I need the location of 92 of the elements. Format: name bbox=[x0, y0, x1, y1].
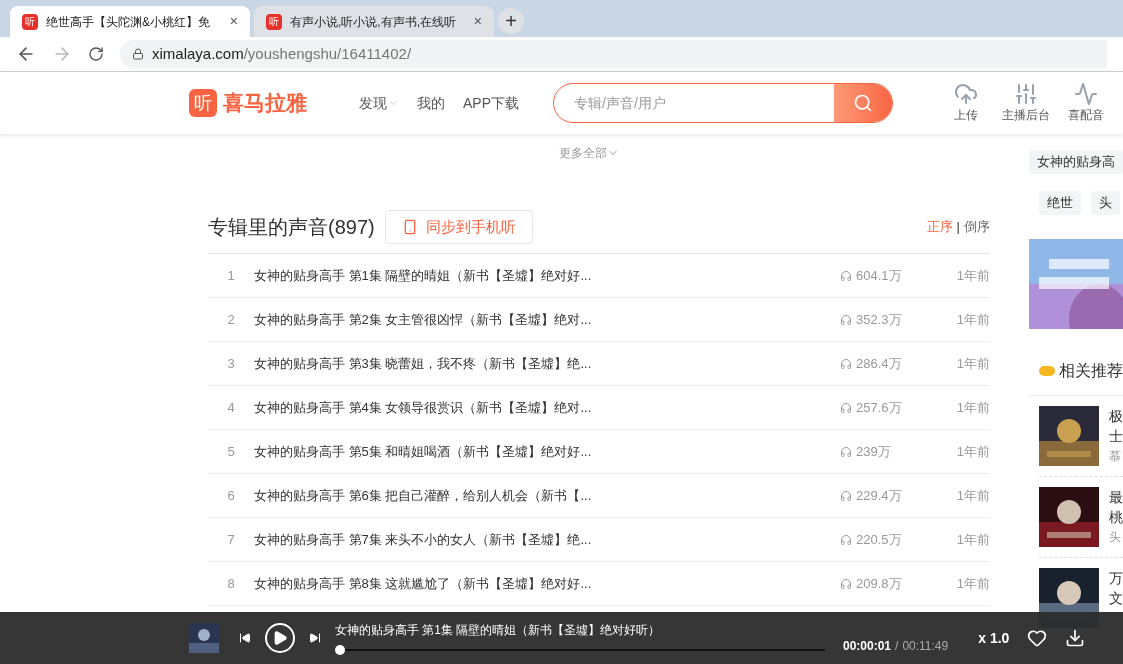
play-count: 286.4万 bbox=[856, 354, 902, 373]
equalizer-icon bbox=[1014, 82, 1038, 106]
tag[interactable]: 女神的贴身高 bbox=[1029, 150, 1123, 174]
track-number: 3 bbox=[226, 354, 236, 373]
sort-option[interactable]: 倒序 bbox=[964, 217, 990, 237]
track-title[interactable]: 女神的贴身高手 第3集 晓蕾姐，我不疼（新书【圣墟】绝... bbox=[254, 353, 592, 374]
tag[interactable]: 绝世 bbox=[1039, 191, 1081, 215]
elapsed-time: 00:00:01 bbox=[843, 638, 892, 655]
track-date: 1年前 bbox=[955, 310, 990, 329]
next-icon[interactable] bbox=[309, 632, 321, 644]
tab-close[interactable]: × bbox=[229, 11, 238, 32]
track-title[interactable]: 女神的贴身高手 第7集 来头不小的女人（新书【圣墟】绝... bbox=[254, 529, 592, 550]
play-count: 352.3万 bbox=[856, 310, 902, 329]
progress-thumb[interactable] bbox=[335, 645, 345, 655]
play-count: 604.1万 bbox=[856, 266, 902, 285]
related-title-line[interactable]: 桃 bbox=[1109, 507, 1123, 527]
speed-button[interactable]: x 1.0 bbox=[978, 627, 1010, 649]
headphones-icon bbox=[840, 269, 852, 282]
track-title[interactable]: 女神的贴身高手 第4集 女领导很赏识（新书【圣墟】绝对... bbox=[254, 397, 592, 418]
nav-link[interactable]: 发现 bbox=[359, 92, 399, 114]
browser-tab[interactable]: 听 有声小说,听小说,有声书,在线听 × bbox=[254, 6, 494, 37]
related-title-line[interactable]: 文 bbox=[1109, 588, 1123, 608]
section-title: 专辑里的声音(897) bbox=[208, 215, 375, 240]
headphones-icon bbox=[840, 357, 852, 370]
track-date: 1年前 bbox=[955, 354, 990, 373]
headphones-icon bbox=[840, 489, 852, 502]
track-number: 4 bbox=[226, 398, 236, 417]
url-text: ximalaya.com/youshengshu/16411402/ bbox=[152, 43, 412, 64]
play-count: 239万 bbox=[856, 442, 891, 461]
track-title[interactable]: 女神的贴身高手 第6集 把自己灌醉，给别人机会（新书【... bbox=[254, 485, 592, 506]
track-date: 1年前 bbox=[955, 574, 990, 593]
browser-tab[interactable]: 听 绝世高手【头陀渊&小桃红】免 × bbox=[10, 6, 250, 37]
pulse-icon bbox=[1074, 82, 1098, 106]
search-field[interactable]: 专辑/声音/用户 bbox=[554, 92, 834, 114]
track-number: 1 bbox=[226, 266, 236, 285]
headphones-icon bbox=[840, 401, 852, 414]
sort-divider: | bbox=[956, 218, 960, 237]
total-time: 00:11:49 bbox=[902, 638, 949, 655]
toolbar-action[interactable]: 喜配音 bbox=[1063, 82, 1109, 124]
tab-close[interactable]: × bbox=[473, 11, 482, 32]
tag[interactable]: 头 bbox=[1091, 191, 1120, 215]
track-date: 1年前 bbox=[955, 530, 990, 549]
track-title[interactable]: 女神的贴身高手 第5集 和晴姐喝酒（新书【圣墟】绝对好... bbox=[254, 441, 592, 462]
related-title: 相关推荐 bbox=[1059, 361, 1123, 381]
play-icon bbox=[272, 630, 288, 646]
play-count: 257.6万 bbox=[856, 398, 902, 417]
related-author: 慕 bbox=[1109, 448, 1122, 465]
track-date: 1年前 bbox=[955, 266, 990, 285]
tab-title: 绝世高手【头陀渊&小桃红】免 bbox=[46, 13, 211, 31]
track-title[interactable]: 女神的贴身高手 第1集 隔壁的晴姐（新书【圣墟】绝对好... bbox=[254, 265, 592, 286]
play-button[interactable] bbox=[265, 623, 295, 653]
now-playing-title: 女神的贴身高手 第1集 隔壁的晴姐（新书【圣墟】绝对好听） bbox=[335, 622, 662, 639]
reload-icon[interactable] bbox=[88, 46, 104, 62]
related-title-line[interactable]: 士 bbox=[1109, 426, 1123, 446]
headphones-icon bbox=[840, 445, 852, 458]
toolbar-action[interactable]: 上传 bbox=[943, 82, 989, 124]
headphones-icon bbox=[840, 577, 852, 590]
tab-favicon: 听 bbox=[266, 13, 282, 30]
related-title-line[interactable]: 最 bbox=[1109, 487, 1123, 507]
play-count: 209.8万 bbox=[856, 574, 902, 593]
tab-title: 有声小说,听小说,有声书,在线听 bbox=[290, 13, 457, 31]
related-title-line[interactable]: 万 bbox=[1109, 568, 1123, 588]
related-author: 头 bbox=[1109, 529, 1122, 546]
previous-icon[interactable] bbox=[239, 632, 251, 644]
related-title-line[interactable]: 极 bbox=[1109, 406, 1123, 426]
search-icon bbox=[853, 93, 873, 113]
toolbar-action[interactable]: 主播后台 bbox=[1003, 82, 1049, 124]
play-count: 220.5万 bbox=[856, 530, 902, 549]
track-number: 2 bbox=[226, 310, 236, 329]
track-number: 5 bbox=[226, 442, 236, 461]
address-bar[interactable]: ximalaya.com/youshengshu/16411402/ bbox=[120, 40, 1107, 68]
search-button[interactable] bbox=[834, 84, 892, 122]
download-icon[interactable] bbox=[1065, 628, 1086, 648]
nav-link[interactable]: APP下载 bbox=[463, 92, 519, 114]
track-number: 7 bbox=[226, 530, 236, 549]
track-title[interactable]: 女神的贴身高手 第8集 这就尴尬了（新书【圣墟】绝对好... bbox=[254, 573, 592, 594]
lock-icon bbox=[132, 48, 144, 60]
tab-favicon: 听 bbox=[22, 13, 38, 30]
heart-icon[interactable] bbox=[1027, 628, 1048, 648]
play-count: 229.4万 bbox=[856, 486, 902, 505]
track-title[interactable]: 女神的贴身高手 第2集 女主管很凶悍（新书【圣墟】绝对... bbox=[254, 309, 592, 330]
track-date: 1年前 bbox=[955, 398, 990, 417]
track-date: 1年前 bbox=[955, 486, 990, 505]
track-number: 8 bbox=[226, 574, 236, 593]
nav-link[interactable]: 我的 bbox=[417, 92, 445, 114]
upload-icon bbox=[954, 82, 978, 106]
time-separator: / bbox=[895, 638, 899, 655]
headphones-icon bbox=[840, 533, 852, 546]
track-date: 1年前 bbox=[955, 442, 990, 461]
track-number: 6 bbox=[226, 486, 236, 505]
headphones-icon bbox=[840, 313, 852, 326]
new-tab-button[interactable]: + bbox=[498, 8, 524, 34]
